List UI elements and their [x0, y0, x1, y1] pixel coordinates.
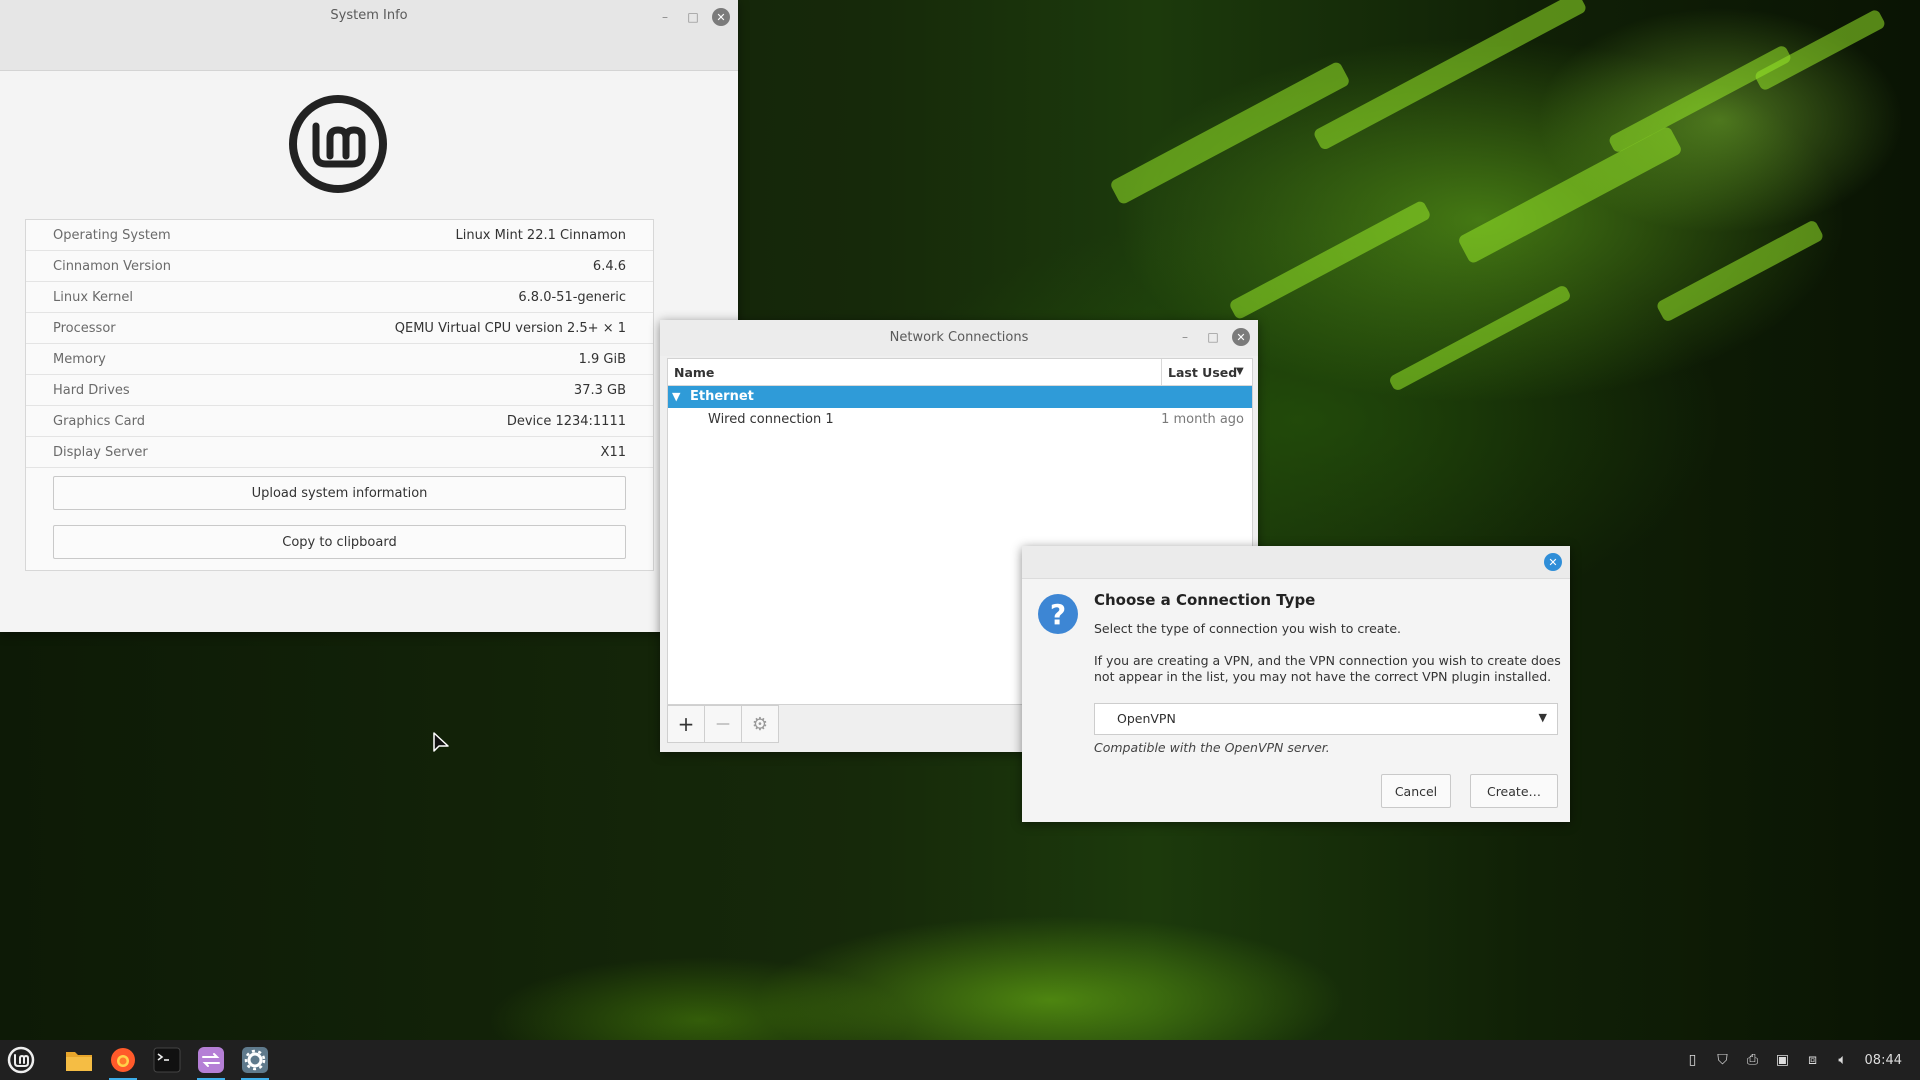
connection-type-select[interactable]: OpenVPN ▼: [1094, 703, 1558, 735]
info-key: Cinnamon Version: [53, 259, 171, 274]
window-title: System Info: [330, 8, 408, 23]
info-row-cinnamon: Cinnamon Version 6.4.6: [26, 251, 653, 282]
network-icon[interactable]: ⧈: [1805, 1052, 1821, 1068]
volume-icon[interactable]: 🔈︎: [1835, 1052, 1851, 1068]
group-row-ethernet[interactable]: ▼ Ethernet: [668, 386, 1252, 408]
column-last-used-header[interactable]: Last Used ▼: [1161, 359, 1252, 385]
info-key: Linux Kernel: [53, 290, 133, 305]
connection-last-used: 1 month ago: [1161, 412, 1244, 427]
sort-down-icon: ▼: [1236, 366, 1244, 377]
dialog-subtitle: Select the type of connection you wish t…: [1094, 621, 1402, 636]
info-value: Device 1234:1111: [506, 414, 626, 429]
system-info-table: Operating System Linux Mint 22.1 Cinnamo…: [25, 219, 654, 571]
info-key: Graphics Card: [53, 414, 145, 429]
clock[interactable]: 08:44: [1865, 1053, 1902, 1068]
info-key: Operating System: [53, 228, 171, 243]
minimize-button[interactable]: –: [656, 8, 674, 26]
connection-type-description: Compatible with the OpenVPN server.: [1094, 740, 1330, 755]
connection-type-dialog: ✕ ? Choose a Connection Type Select the …: [1022, 546, 1570, 822]
terminal-icon[interactable]: [150, 1044, 184, 1076]
system-info-window: System Info – □ ✕ Operating System Linux…: [0, 0, 738, 632]
connection-name: Wired connection 1: [708, 412, 834, 427]
dialog-vpn-note: If you are creating a VPN, and the VPN c…: [1094, 653, 1561, 684]
info-value: X11: [600, 445, 626, 460]
info-row-memory: Memory 1.9 GiB: [26, 344, 653, 375]
info-row-os: Operating System Linux Mint 22.1 Cinnamo…: [26, 220, 653, 251]
shield-icon[interactable]: ⛉: [1715, 1052, 1731, 1068]
warpinator-icon[interactable]: [194, 1044, 228, 1080]
group-label: Ethernet: [690, 389, 754, 404]
clipboard-icon[interactable]: ▯: [1685, 1052, 1701, 1068]
expander-icon[interactable]: ▼: [672, 390, 680, 403]
maximize-button[interactable]: □: [1204, 328, 1222, 346]
column-last-used-label: Last Used: [1168, 365, 1238, 380]
close-button[interactable]: ✕: [712, 8, 730, 26]
add-connection-button[interactable]: +: [667, 705, 705, 743]
info-value: QEMU Virtual CPU version 2.5+ × 1: [394, 321, 626, 336]
mouse-cursor-icon: [433, 732, 449, 752]
info-key: Hard Drives: [53, 383, 130, 398]
dialog-titlebar[interactable]: ✕: [1022, 546, 1570, 579]
info-row-display: Display Server X11: [26, 437, 653, 468]
window-title: Network Connections: [889, 330, 1029, 345]
minimize-button[interactable]: –: [1176, 328, 1194, 346]
question-icon: ?: [1038, 594, 1078, 634]
info-key: Processor: [53, 321, 116, 336]
dialog-close-button[interactable]: ✕: [1544, 553, 1562, 571]
linux-mint-logo: [289, 95, 387, 193]
info-row-graphics: Graphics Card Device 1234:1111: [26, 406, 653, 437]
info-value: 6.8.0-51-generic: [518, 290, 626, 305]
dropdown-arrow-icon: ▼: [1538, 711, 1547, 724]
files-icon[interactable]: [62, 1044, 96, 1076]
printer-icon[interactable]: ⎙: [1745, 1052, 1761, 1068]
info-row-drives: Hard Drives 37.3 GB: [26, 375, 653, 406]
firefox-icon[interactable]: [106, 1044, 140, 1080]
cancel-button[interactable]: Cancel: [1381, 774, 1451, 808]
connections-toolbar: + — ⚙: [667, 705, 779, 743]
upload-system-info-button[interactable]: Upload system information: [53, 476, 626, 510]
maximize-button[interactable]: □: [684, 8, 702, 26]
list-item[interactable]: Wired connection 1 1 month ago: [668, 408, 1252, 430]
updates-icon[interactable]: ▣: [1775, 1052, 1791, 1068]
info-value: 1.9 GiB: [578, 352, 626, 367]
settings-icon[interactable]: [238, 1044, 272, 1080]
remove-connection-button[interactable]: —: [704, 705, 742, 743]
info-row-kernel: Linux Kernel 6.8.0-51-generic: [26, 282, 653, 313]
edit-connection-button[interactable]: ⚙: [741, 705, 779, 743]
info-key: Memory: [53, 352, 106, 367]
info-value: Linux Mint 22.1 Cinnamon: [455, 228, 626, 243]
info-value: 37.3 GB: [573, 383, 626, 398]
network-connections-titlebar[interactable]: Network Connections – □ ✕: [660, 320, 1258, 356]
list-header: Name Last Used ▼: [668, 359, 1252, 386]
column-name-header[interactable]: Name: [674, 365, 714, 380]
copy-to-clipboard-button[interactable]: Copy to clipboard: [53, 525, 626, 559]
create-button[interactable]: Create…: [1470, 774, 1558, 808]
close-button[interactable]: ✕: [1232, 328, 1250, 346]
info-row-processor: Processor QEMU Virtual CPU version 2.5+ …: [26, 313, 653, 344]
system-tray: ▯ ⛉ ⎙ ▣ ⧈ 🔈︎ 08:44: [1685, 1040, 1920, 1080]
dialog-title: Choose a Connection Type: [1094, 591, 1316, 609]
taskbar: ▯ ⛉ ⎙ ▣ ⧈ 🔈︎ 08:44: [0, 1040, 1920, 1080]
menu-icon[interactable]: [4, 1044, 38, 1076]
info-key: Display Server: [53, 445, 148, 460]
system-info-titlebar[interactable]: System Info – □ ✕: [0, 0, 738, 71]
selected-connection-type: OpenVPN: [1117, 711, 1176, 726]
info-value: 6.4.6: [592, 259, 626, 274]
